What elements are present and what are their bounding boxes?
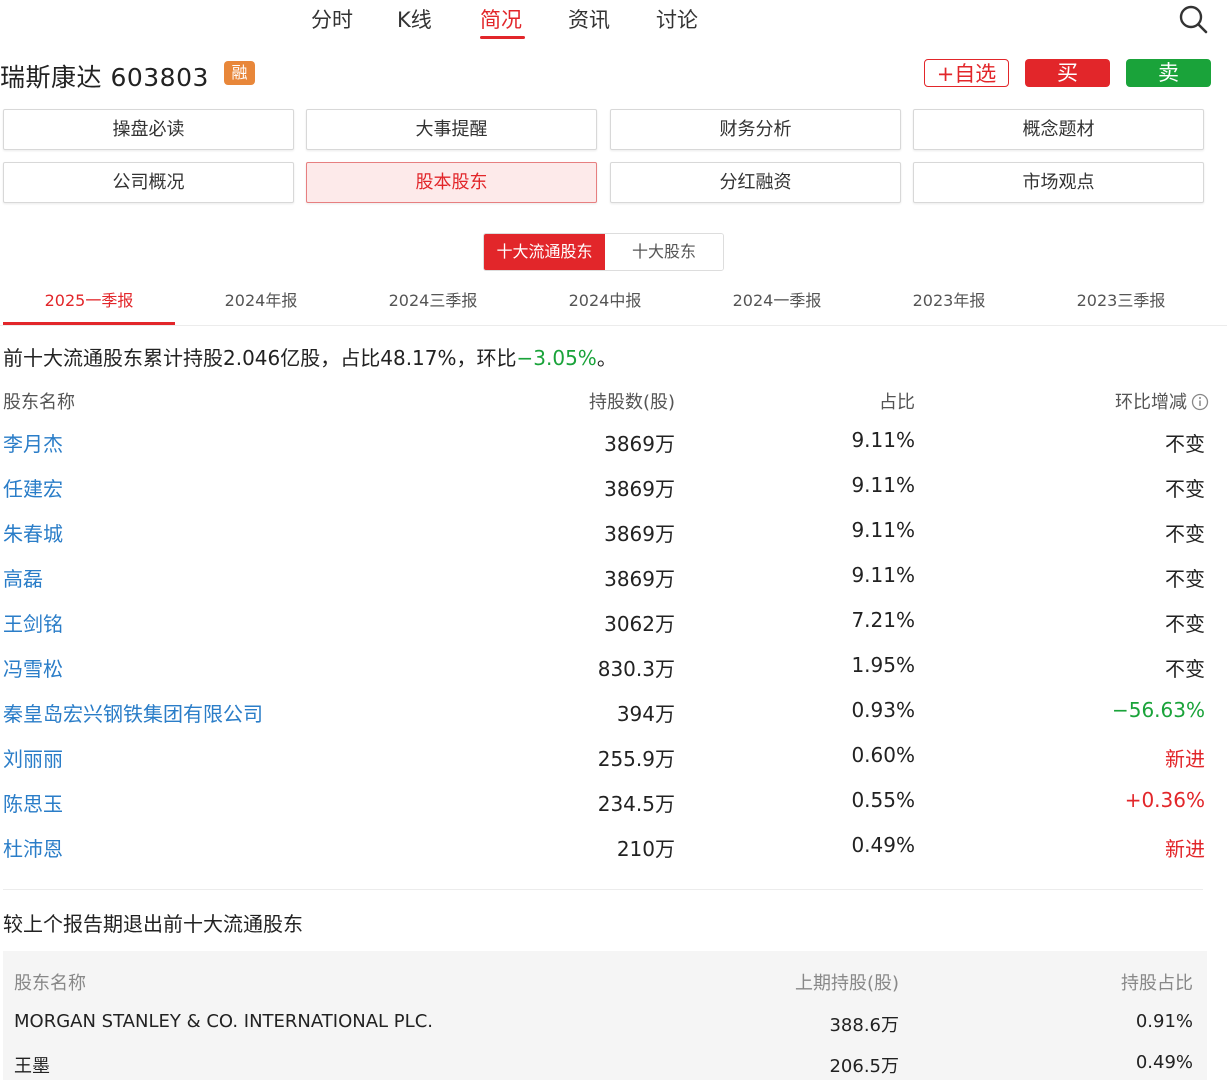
holder-name[interactable]: 杜沛恩 [3,833,63,862]
period-tab[interactable]: 2024三季报 [347,287,519,311]
tab-kline[interactable]: K线 [397,4,432,34]
period-tab[interactable]: 2024中报 [519,287,691,311]
menu-shareholders[interactable]: 股本股东 [306,162,597,203]
period-divider [0,325,1227,326]
exited-col-header-pct: 持股占比 [1121,973,1193,994]
pct-value: 9.11% [851,473,915,497]
exited-section-title: 较上个报告期退出前十大流通股东 [3,912,303,936]
holder-name[interactable]: 秦皇岛宏兴钢铁集团有限公司 [3,698,263,727]
menu-trading-guide[interactable]: 操盘必读 [3,109,294,150]
period-tab[interactable]: 2024年报 [175,287,347,311]
col-header-change: 环比增减 [1115,388,1209,414]
tab-news[interactable]: 资讯 [568,4,610,34]
exited-col-header-name: 股东名称 [14,973,86,994]
holder-name[interactable]: 冯雪松 [3,653,63,682]
pct-value: 0.93% [851,698,915,722]
shares-value: 3869万 [604,432,675,456]
shares-value: 3869万 [604,522,675,546]
exited-pct-value: 0.49% [1135,1052,1193,1073]
shares-value: 830.3万 [597,657,675,681]
pct-value: 1.95% [851,653,915,677]
change-value: 新进 [1165,837,1205,861]
pct-value: 9.11% [851,563,915,587]
holder-name[interactable]: 王剑铭 [3,608,63,637]
margin-trading-badge: 融 [224,61,255,85]
holder-name[interactable]: 李月杰 [3,428,63,457]
toggle-top10-float[interactable]: 十大流通股东 [484,234,605,270]
menu-company-profile[interactable]: 公司概况 [3,162,294,203]
stock-title: 瑞斯康达 603803 [0,63,209,92]
period-tab[interactable]: 2025一季报 [3,287,175,311]
pct-value: 0.60% [851,743,915,767]
change-value: +0.36% [1124,788,1205,812]
info-icon[interactable] [1191,393,1209,411]
holder-name[interactable]: 高磊 [3,563,43,592]
shares-value: 234.5万 [597,792,675,816]
holder-name[interactable]: 任建宏 [3,473,63,502]
exited-holder-name: MORGAN STANLEY & CO. INTERNATIONAL PLC. [14,1011,433,1032]
change-value: 不变 [1165,612,1205,636]
menu-financials[interactable]: 财务分析 [610,109,901,150]
col-header-pct: 占比 [879,392,915,413]
exited-shares-value: 206.5万 [829,1056,899,1077]
col-header-name: 股东名称 [3,392,75,413]
menu-dividends[interactable]: 分红融资 [610,162,901,203]
period-tab[interactable]: 2023三季报 [1035,287,1207,311]
search-icon[interactable] [1178,4,1208,34]
period-tab[interactable]: 2024一季报 [691,287,863,311]
change-value: 新进 [1165,747,1205,771]
menu-market-views[interactable]: 市场观点 [913,162,1204,203]
shares-value: 394万 [616,702,675,726]
exited-holder-name: 王墨 [14,1056,50,1077]
pct-value: 0.55% [851,788,915,812]
section-divider [3,889,1203,890]
tab-discussion[interactable]: 讨论 [656,4,698,34]
shares-value: 3062万 [604,612,675,636]
tab-fenshi[interactable]: 分时 [311,4,353,34]
pct-value: 7.21% [851,608,915,632]
holder-name[interactable]: 刘丽丽 [3,743,63,772]
period-tab[interactable]: 2023年报 [863,287,1035,311]
summary-change: −3.05% [516,346,597,370]
shares-value: 255.9万 [597,747,675,771]
pct-value: 9.11% [851,518,915,542]
change-value: 不变 [1165,522,1205,546]
shares-value: 210万 [616,837,675,861]
pct-value: 9.11% [851,428,915,452]
shares-value: 3869万 [604,477,675,501]
col-header-shares: 持股数(股) [588,392,675,413]
shares-value: 3869万 [604,567,675,591]
toggle-top10[interactable]: 十大股东 [605,234,723,270]
active-tab-underline [480,36,525,39]
change-value: 不变 [1165,477,1205,501]
pct-value: 0.49% [851,833,915,857]
sell-button[interactable]: 卖 [1126,59,1211,87]
exited-pct-value: 0.91% [1135,1011,1193,1032]
holder-type-toggle: 十大流通股东 十大股东 [483,233,724,271]
holdings-summary: 前十大流通股东累计持股2.046亿股，占比48.17%，环比−3.05%。 [3,346,617,370]
menu-events[interactable]: 大事提醒 [306,109,597,150]
menu-concepts[interactable]: 概念题材 [913,109,1204,150]
exited-col-header-shares: 上期持股(股) [794,973,899,994]
buy-button[interactable]: 买 [1025,59,1110,87]
change-value: 不变 [1165,657,1205,681]
exited-shares-value: 388.6万 [829,1015,899,1036]
holder-name[interactable]: 朱春城 [3,518,63,547]
change-value: 不变 [1165,567,1205,591]
tab-overview[interactable]: 简况 [480,4,522,34]
holder-name[interactable]: 陈思玉 [3,788,63,817]
add-watchlist-button[interactable]: +自选 [924,59,1009,87]
top-nav: 分时 K线 简况 资讯 讨论 [0,0,1227,44]
change-value: 不变 [1165,432,1205,456]
change-value: −56.63% [1111,698,1205,722]
